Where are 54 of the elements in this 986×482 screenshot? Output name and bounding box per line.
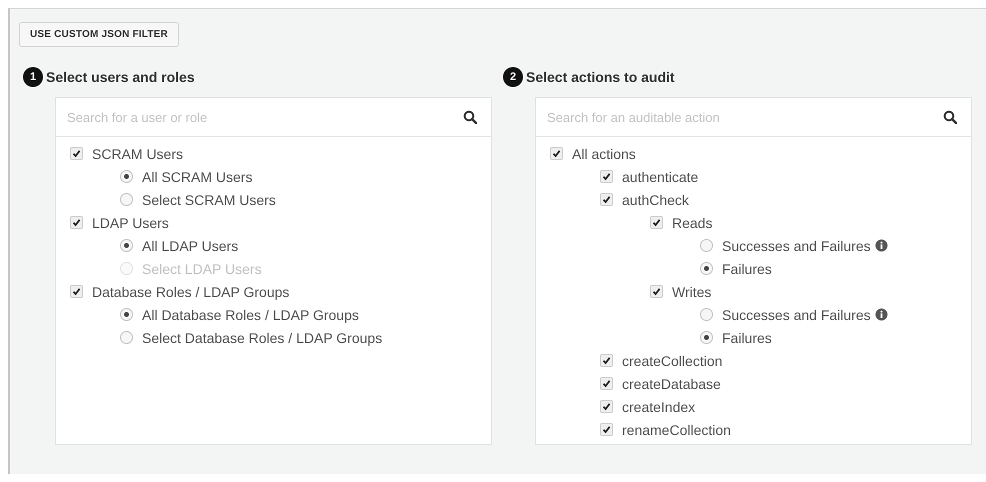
checkbox[interactable] (600, 377, 613, 390)
option-label: Select Database Roles / LDAP Groups (142, 330, 382, 346)
checkbox[interactable] (650, 216, 663, 229)
info-icon[interactable] (874, 308, 888, 321)
custom-json-filter-button[interactable]: USE CUSTOM JSON FILTER (19, 22, 179, 47)
option-label: Select SCRAM Users (142, 192, 276, 208)
checkbox[interactable] (600, 193, 613, 206)
option-label: authCheck (622, 192, 689, 208)
option-label: All SCRAM Users (142, 168, 252, 184)
search-icon (943, 110, 957, 124)
section-title: Select users and roles (46, 69, 195, 85)
step-number: 1 (23, 67, 43, 87)
section-title: Select actions to audit (526, 69, 675, 85)
checkbox[interactable] (70, 216, 83, 229)
option-label: LDAP Users (92, 214, 169, 230)
radio-button[interactable] (700, 239, 713, 252)
checkbox[interactable] (70, 285, 83, 298)
option-label: All Database Roles / LDAP Groups (142, 306, 359, 322)
radio-button[interactable] (120, 308, 133, 321)
option-label: authenticate (622, 168, 698, 184)
option-label: Writes (672, 284, 712, 300)
checkbox[interactable] (550, 147, 563, 160)
option-label: renameCollection (622, 422, 731, 438)
option-label: Select LDAP Users (142, 260, 262, 276)
option-label: SCRAM Users (92, 146, 184, 162)
option-label: createDatabase (622, 376, 721, 392)
radio-button[interactable] (700, 331, 713, 344)
search-icon (463, 110, 477, 124)
radio-button[interactable] (120, 193, 133, 206)
checkbox[interactable] (70, 147, 83, 160)
radio-button[interactable] (700, 262, 713, 275)
option-label: Reads (672, 214, 712, 230)
option-label: Successes and Failures (722, 306, 871, 322)
radio-button[interactable] (120, 170, 133, 183)
checkbox[interactable] (600, 423, 613, 436)
radio-button[interactable] (120, 239, 133, 252)
checkbox[interactable] (600, 354, 613, 367)
option-label: createCollection (622, 352, 722, 368)
checkbox[interactable] (600, 170, 613, 183)
option-label: All LDAP Users (142, 238, 238, 254)
radio-button[interactable] (700, 308, 713, 321)
radio-button[interactable] (120, 331, 133, 344)
option-label: Successes and Failures (722, 238, 871, 254)
checkbox[interactable] (600, 400, 613, 413)
option-label: Database Roles / LDAP Groups (92, 284, 290, 300)
info-icon[interactable] (874, 239, 888, 252)
option-label: All actions (572, 146, 636, 162)
step-number: 2 (503, 67, 523, 87)
option-label: Failures (722, 330, 772, 346)
search-field[interactable]: Search for an auditable action (545, 108, 943, 126)
search-field[interactable]: Search for a user or role (65, 108, 463, 126)
option-label: Failures (722, 260, 772, 276)
option-label: createIndex (622, 398, 696, 414)
checkbox[interactable] (650, 285, 663, 298)
